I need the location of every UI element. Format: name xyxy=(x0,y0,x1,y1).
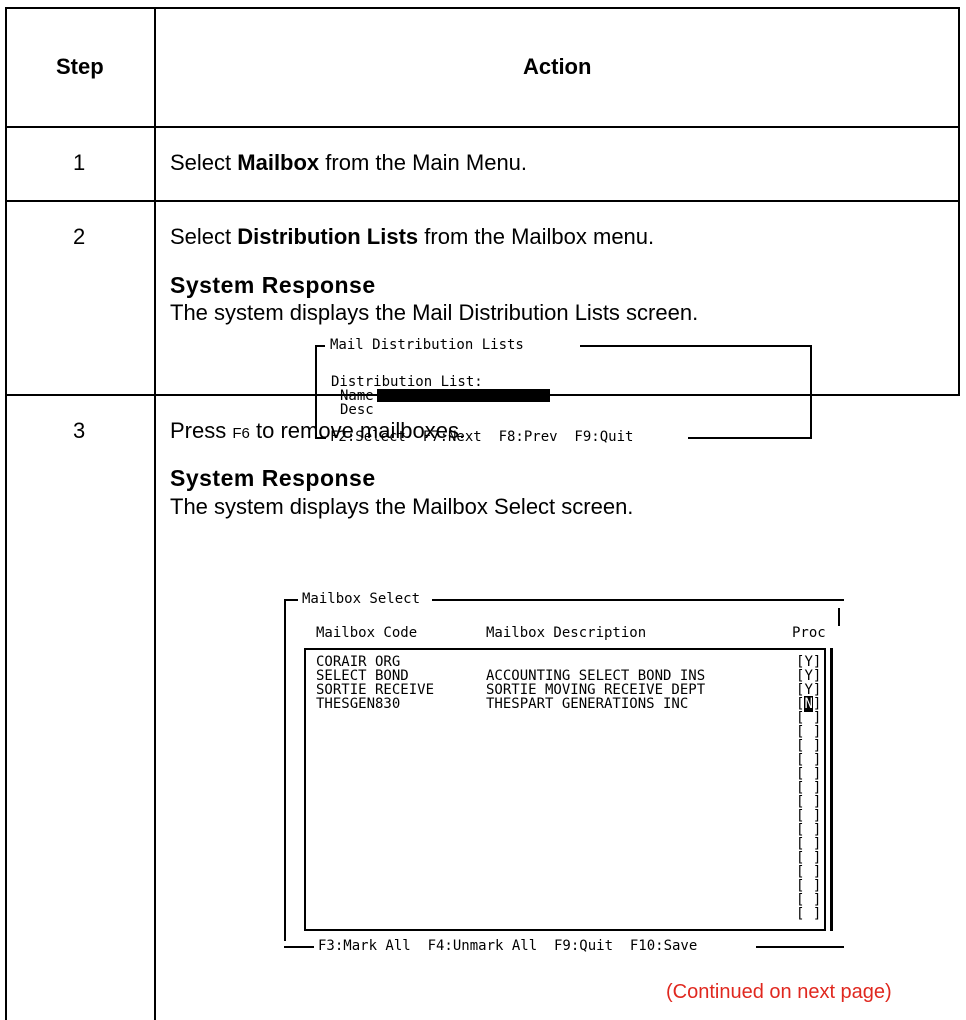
list-item-code: CORAIR ORG xyxy=(316,654,401,670)
name-label: Name xyxy=(340,388,374,404)
system-response-text: The system displays the Mailbox Select s… xyxy=(170,494,634,519)
proc-toggle-empty[interactable]: [ ] xyxy=(796,893,821,907)
proc-toggle[interactable]: [Y] xyxy=(796,655,821,669)
continued-notice: (Continued on next page) xyxy=(666,981,892,1003)
proc-toggle-empty[interactable]: [ ] xyxy=(796,837,821,851)
scroll-marker xyxy=(838,608,840,626)
list-item-code: SORTIE RECEIVE xyxy=(316,682,435,698)
header-bottom-border xyxy=(5,126,960,128)
list-item-description: SORTIE MOVING RECEIVE DEPT xyxy=(486,682,706,698)
list-item-code: SELECT BOND xyxy=(316,668,409,684)
proc-toggle-empty[interactable]: [ ] xyxy=(796,795,821,809)
step-number-3: 3 xyxy=(73,418,86,443)
proc-toggle-empty[interactable]: [ ] xyxy=(796,809,821,823)
proc-toggle-empty[interactable]: [ ] xyxy=(796,711,821,725)
step-1-action: Select Mailbox from the Main Menu. xyxy=(170,150,528,175)
proc-toggle-empty[interactable]: [ ] xyxy=(796,865,821,879)
col-mailbox-description: Mailbox Description xyxy=(486,625,647,641)
desc-label: Desc xyxy=(340,402,374,418)
list-item-code: THESGEN830 xyxy=(316,696,401,712)
system-response-text: The system displays the Mail Distributio… xyxy=(170,300,699,325)
step-number-1: 1 xyxy=(73,150,86,175)
step-2-action: Select Distribution Lists from the Mailb… xyxy=(170,224,655,249)
name-input[interactable] xyxy=(377,389,550,402)
proc-toggle[interactable]: [Y] xyxy=(796,669,821,683)
distribution-list-label: Distribution List: xyxy=(331,374,483,390)
list-item-description: THESPART GENERATIONS INC xyxy=(486,696,689,712)
step-3-action: Press F6 to remove mailboxes. xyxy=(170,418,466,443)
table-left-border xyxy=(5,7,7,1020)
proc-toggle-empty[interactable]: [ ] xyxy=(796,739,821,753)
scrollbar[interactable] xyxy=(830,648,833,931)
proc-toggle-empty[interactable]: [ ] xyxy=(796,823,821,837)
table-column-divider xyxy=(154,7,156,1020)
system-response-heading: System Response xyxy=(170,465,376,491)
proc-toggle-empty[interactable]: [ ] xyxy=(796,753,821,767)
col-mailbox-code: Mailbox Code xyxy=(316,625,418,641)
proc-toggle-empty[interactable]: [ ] xyxy=(796,725,821,739)
screen-title: Mailbox Select xyxy=(302,591,421,607)
col-proc: Proc xyxy=(792,625,826,641)
proc-toggle-selected[interactable]: [N] xyxy=(796,696,821,712)
proc-toggle-empty[interactable]: [ ] xyxy=(796,767,821,781)
step-column-header: Step xyxy=(56,54,104,79)
table-top-border xyxy=(5,7,960,9)
step-number-2: 2 xyxy=(73,224,86,249)
screen-title: Mail Distribution Lists xyxy=(330,337,524,353)
proc-toggle-empty[interactable]: [ ] xyxy=(796,907,821,921)
system-response-heading: System Response xyxy=(170,272,376,298)
proc-toggle-empty[interactable]: [ ] xyxy=(796,781,821,795)
list-item-description: ACCOUNTING SELECT BOND INS xyxy=(486,668,706,684)
proc-toggle-empty[interactable]: [ ] xyxy=(796,851,821,865)
action-column-header: Action xyxy=(523,54,592,79)
row1-bottom-border xyxy=(5,200,960,202)
screen-footer-keys: F3:Mark All F4:Unmark All F9:Quit F10:Sa… xyxy=(318,938,698,954)
proc-toggle-empty[interactable]: [ ] xyxy=(796,879,821,893)
proc-toggle[interactable]: [Y] xyxy=(796,683,821,697)
